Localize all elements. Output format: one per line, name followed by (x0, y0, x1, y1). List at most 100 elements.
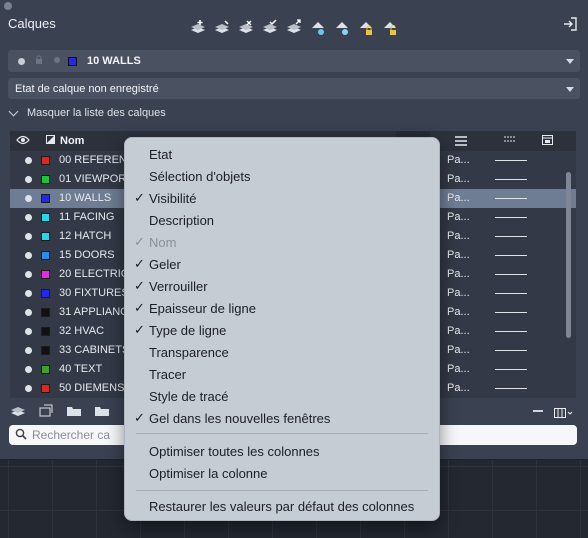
palette-grip[interactable] (4, 2, 12, 10)
visibility-dot-icon[interactable] (25, 347, 32, 354)
move-layer-icon[interactable] (284, 18, 303, 37)
freeze-icon[interactable] (308, 18, 327, 37)
menu-item-label: Geler (149, 257, 181, 272)
layer-name: 31 APPLIANCES (59, 306, 125, 318)
linetype-column-icon[interactable] (504, 135, 516, 148)
chevron-down-icon (8, 106, 19, 116)
layer-color-swatch (68, 56, 77, 66)
menu-item[interactable]: ✓ Epaisseur de ligne (125, 297, 441, 319)
checkmark-icon: ✓ (134, 300, 145, 315)
current-layer-dropdown[interactable]: 10 WALLS (8, 50, 580, 72)
layer-color-swatch[interactable] (41, 213, 50, 222)
layer-color-swatch[interactable] (41, 327, 50, 336)
layer-state-dropdown[interactable]: Etat de calque non enregistré (8, 78, 580, 99)
layer-color-swatch[interactable] (41, 156, 50, 165)
palette-title: Calques (8, 16, 56, 31)
viewport-column-icon[interactable] (542, 135, 553, 148)
linetype-sample (495, 331, 527, 332)
menu-item[interactable]: Tracer (125, 363, 441, 385)
layer-name: 01 VIEWPORT (59, 173, 125, 185)
layer-color-swatch[interactable] (41, 289, 50, 298)
unlock-layer-icon[interactable] (380, 18, 399, 37)
layer-color-swatch[interactable] (41, 194, 50, 203)
plot-style-value: Pa... (447, 249, 470, 261)
column-context-menu: Etat Sélection d'objets ✓ Visibilité Descrip… (124, 137, 440, 521)
menu-item[interactable]: ✓ Type de ligne (125, 319, 441, 341)
menu-item[interactable]: ✓ Visibilité (125, 187, 441, 209)
visibility-dot-icon[interactable] (25, 385, 32, 392)
plot-style-value: Pa... (447, 211, 470, 223)
layer-filter-icon[interactable] (38, 404, 56, 418)
menu-item-label: Verrouiller (149, 279, 208, 294)
new-layer-icon[interactable] (188, 18, 207, 37)
layer-name: 10 WALLS (59, 192, 112, 204)
menu-separator (136, 490, 428, 491)
checkmark-icon: ✓ (134, 278, 145, 293)
visibility-dot-icon[interactable] (25, 195, 32, 202)
menu-item[interactable]: Sélection d'objets (125, 165, 441, 187)
plot-style-value: Pa... (447, 192, 470, 204)
visibility-dot-icon[interactable] (25, 157, 32, 164)
menu-item[interactable]: Description (125, 209, 441, 231)
layer-name: 15 DOORS (59, 249, 115, 261)
menu-item-label: Sélection d'objets (149, 169, 251, 184)
linetype-sample (495, 217, 527, 218)
column-nom-label: Nom (60, 135, 85, 147)
exit-palette-icon[interactable] (562, 16, 578, 32)
menu-item-optimize-all[interactable]: Optimiser toutes les colonnes (125, 440, 441, 462)
delete-layer-icon[interactable] (236, 18, 255, 37)
menu-item-label: Style de tracé (149, 389, 229, 404)
visibility-dot-icon (18, 57, 25, 65)
plot-style-value: Pa... (447, 268, 470, 280)
layer-color-swatch[interactable] (41, 308, 50, 317)
lock-layer-icon[interactable] (356, 18, 375, 37)
columns-view-icon[interactable] (554, 406, 574, 420)
layer-list-scrollbar[interactable] (566, 172, 571, 338)
layer-color-swatch[interactable] (41, 175, 50, 184)
visibility-dot-icon[interactable] (25, 214, 32, 221)
menu-item-label: Gel dans les nouvelles fenêtres (149, 411, 331, 426)
visibility-dot-icon[interactable] (25, 176, 32, 183)
menu-item-label: Etat (149, 147, 173, 162)
menu-item[interactable]: Style de tracé (125, 385, 441, 407)
layer-color-swatch[interactable] (41, 365, 50, 374)
visibility-dot-icon[interactable] (25, 309, 32, 316)
search-input[interactable]: Rechercher ca (32, 428, 110, 442)
menu-item-optimize-column[interactable]: Optimiser la colonne (125, 462, 441, 484)
collapse-icon[interactable] (533, 410, 543, 412)
layer-color-swatch[interactable] (41, 270, 50, 279)
visibility-dot-icon[interactable] (25, 366, 32, 373)
group-filter-icon[interactable] (94, 404, 112, 418)
chevron-down-icon (566, 59, 574, 64)
visibility-dot-icon[interactable] (25, 271, 32, 278)
isolate-icon[interactable] (332, 18, 351, 37)
checkmark-icon: ✓ (134, 256, 145, 271)
menu-item[interactable]: Etat (125, 143, 441, 165)
menu-item[interactable]: ✓ Verrouiller (125, 275, 441, 297)
layer-color-swatch[interactable] (41, 346, 50, 355)
layer-color-swatch[interactable] (41, 251, 50, 260)
current-layer-name: 10 WALLS (87, 55, 141, 67)
column-nom[interactable]: Nom (46, 135, 84, 147)
eye-icon[interactable] (16, 134, 30, 149)
chevron-down-icon (566, 86, 574, 92)
menu-item-restore-defaults[interactable]: Restaurer les valeurs par défaut des col… (125, 495, 441, 517)
layer-color-swatch[interactable] (41, 232, 50, 241)
open-folder-icon[interactable] (66, 404, 84, 418)
layer-color-swatch[interactable] (41, 384, 50, 393)
visibility-dot-icon[interactable] (25, 233, 32, 240)
layer-states-icon[interactable] (10, 404, 28, 418)
collapse-layer-list-toggle[interactable]: Masquer la liste des calques (8, 106, 166, 119)
new-layer-frozen-icon[interactable] (212, 18, 231, 37)
visibility-dot-icon[interactable] (25, 252, 32, 259)
menu-item[interactable]: ✓ Geler (125, 253, 441, 275)
set-current-icon[interactable] (260, 18, 279, 37)
search-icon (15, 428, 27, 443)
menu-item-label: Tracer (149, 367, 187, 382)
visibility-dot-icon[interactable] (25, 290, 32, 297)
visibility-dot-icon[interactable] (25, 328, 32, 335)
menu-item-label: Transparence (149, 345, 229, 360)
menu-item[interactable]: Transparence (125, 341, 441, 363)
menu-item[interactable]: ✓ Gel dans les nouvelles fenêtres (125, 407, 441, 429)
lineweight-column-icon[interactable] (455, 136, 467, 149)
